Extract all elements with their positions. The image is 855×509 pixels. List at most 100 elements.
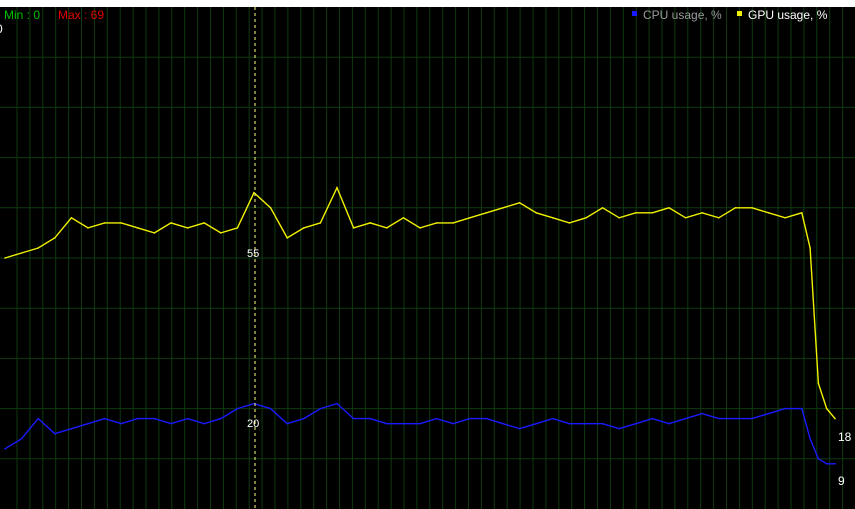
cpu-data-point bbox=[435, 417, 438, 420]
cpu-data-point bbox=[286, 422, 289, 425]
min-label: Min : 0 bbox=[4, 8, 40, 22]
cpu-data-point bbox=[4, 448, 6, 450]
gpu-data-point bbox=[70, 217, 73, 219]
gpu-data-point bbox=[834, 417, 836, 420]
top-tick-label: 0 bbox=[0, 22, 3, 36]
max-label: Max : 69 bbox=[58, 8, 104, 22]
gpu-data-point bbox=[170, 222, 172, 224]
cpu-data-point bbox=[751, 417, 753, 420]
cursor-gpu-value: 55 bbox=[247, 248, 259, 260]
cpu-data-point bbox=[20, 437, 23, 440]
gpu-data-point bbox=[220, 232, 222, 234]
cpu-data-point bbox=[336, 402, 338, 405]
cpu-data-point bbox=[220, 417, 222, 420]
cpu-data-point bbox=[809, 437, 811, 440]
gpu-data-point bbox=[734, 207, 737, 209]
gpu-usage-line bbox=[4, 185, 836, 420]
gpu-data-point bbox=[435, 222, 438, 224]
gpu-data-point bbox=[618, 217, 620, 219]
gpu-data-point bbox=[751, 207, 753, 209]
gpu-data-point bbox=[419, 227, 421, 229]
gpu-data-point bbox=[684, 217, 687, 219]
cpu-data-point bbox=[54, 432, 56, 435]
gpu-data-point bbox=[203, 222, 205, 224]
cpu-data-point bbox=[369, 417, 372, 420]
cpu-data-point bbox=[386, 422, 388, 425]
cpu-data-point bbox=[402, 422, 405, 425]
cpu-data-point bbox=[485, 417, 488, 420]
cpu-data-point bbox=[618, 427, 620, 430]
cpu-end-value: 9 bbox=[838, 474, 845, 488]
cpu-data-point bbox=[767, 412, 770, 415]
cpu-data-point bbox=[502, 422, 504, 425]
cpu-data-point bbox=[103, 417, 106, 420]
gpu-data-point bbox=[319, 222, 322, 224]
gpu-data-point bbox=[153, 232, 156, 234]
cpu-data-point bbox=[718, 417, 720, 420]
cpu-data-point bbox=[585, 422, 587, 425]
gpu-data-point bbox=[120, 222, 122, 224]
cursor-cpu-value: 20 bbox=[247, 418, 259, 430]
gpu-data-point bbox=[502, 207, 504, 209]
gpu-data-point bbox=[784, 217, 786, 219]
gpu-data-point bbox=[402, 217, 405, 219]
gpu-data-point bbox=[518, 202, 521, 204]
cpu-data-point bbox=[153, 417, 156, 420]
gpu-data-point bbox=[303, 227, 305, 229]
cpu-legend-swatch bbox=[632, 11, 637, 16]
gpu-data-point bbox=[269, 207, 272, 209]
top-strip bbox=[0, 0, 855, 7]
cpu-data-point bbox=[419, 422, 421, 425]
gpu-data-point bbox=[825, 407, 828, 410]
cpu-data-point bbox=[734, 417, 737, 420]
cpu-data-point bbox=[801, 407, 803, 410]
gpu-data-point bbox=[286, 237, 289, 239]
cpu-data-point bbox=[684, 417, 687, 420]
gpu-data-point bbox=[4, 257, 6, 259]
cpu-data-point bbox=[170, 422, 172, 425]
cpu-data-point bbox=[236, 407, 239, 410]
gpu-legend-swatch bbox=[737, 11, 742, 16]
cpu-data-point bbox=[452, 422, 455, 425]
gpu-data-point bbox=[568, 222, 571, 224]
cpu-legend-label: CPU usage, % bbox=[643, 8, 722, 22]
gpu-data-point bbox=[809, 247, 811, 249]
cpu-data-point bbox=[352, 417, 355, 420]
cpu-data-point bbox=[668, 422, 670, 425]
gpu-data-point bbox=[369, 222, 372, 224]
cpu-data-point bbox=[469, 417, 471, 420]
gpu-data-point bbox=[186, 227, 189, 229]
cpu-data-point bbox=[203, 422, 205, 425]
cpu-data-point bbox=[825, 463, 828, 465]
cpu-data-point bbox=[817, 458, 820, 460]
cpu-data-point bbox=[186, 417, 189, 420]
gpu-data-point bbox=[236, 227, 239, 229]
gpu-data-point bbox=[817, 382, 820, 385]
gpu-data-point bbox=[552, 217, 554, 219]
cpu-data-point bbox=[70, 427, 73, 430]
gpu-data-point bbox=[103, 222, 106, 224]
cpu-data-point bbox=[568, 422, 571, 425]
gpu-data-point bbox=[87, 227, 89, 229]
gpu-data-point bbox=[452, 222, 455, 224]
gpu-data-point bbox=[668, 207, 670, 209]
cpu-data-point bbox=[87, 422, 89, 425]
gpu-data-point bbox=[585, 217, 587, 219]
gpu-data-point bbox=[37, 247, 39, 249]
gpu-data-point bbox=[601, 207, 604, 209]
gpu-data-point bbox=[535, 212, 537, 214]
cpu-data-point bbox=[784, 407, 786, 410]
gpu-data-point bbox=[54, 237, 56, 239]
gpu-data-point bbox=[718, 217, 720, 219]
cpu-data-point bbox=[834, 463, 836, 465]
gpu-data-point bbox=[801, 212, 803, 214]
gpu-data-point bbox=[767, 212, 770, 214]
gpu-data-point bbox=[485, 212, 488, 214]
gpu-data-point bbox=[352, 227, 355, 229]
usage-chart: Min : 0 Max : 69 0 CPU usage, % GPU usag… bbox=[0, 7, 855, 509]
gpu-data-point bbox=[386, 227, 388, 229]
cpu-data-point bbox=[518, 427, 521, 430]
gpu-data-point bbox=[137, 227, 139, 229]
cpu-data-point bbox=[120, 422, 122, 425]
cpu-data-point bbox=[37, 417, 39, 420]
